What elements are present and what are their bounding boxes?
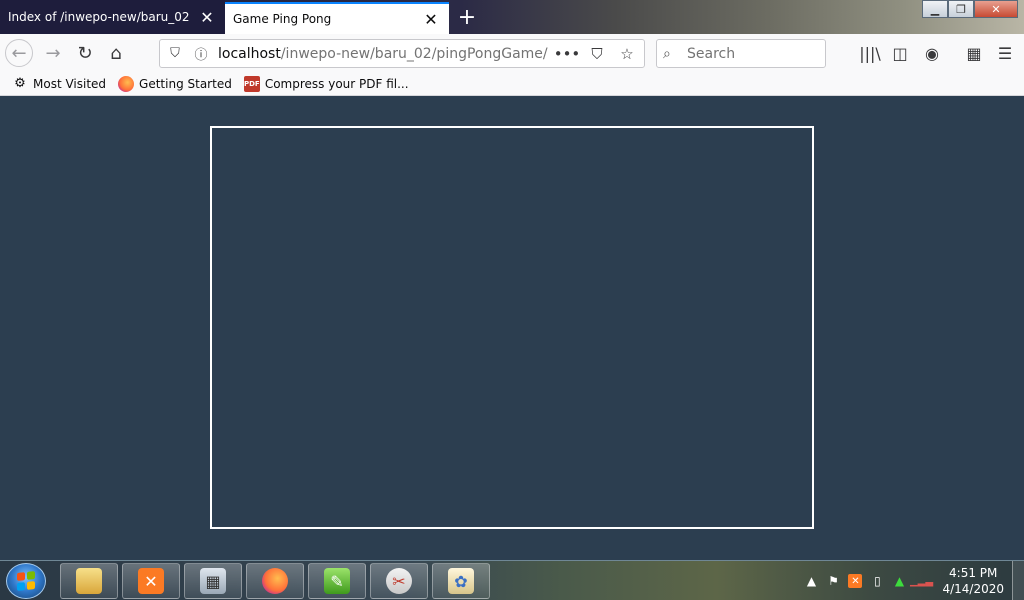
start-button[interactable] (6, 563, 46, 599)
show-desktop-button[interactable] (1012, 561, 1024, 600)
tab-index[interactable]: Index of /inwepo-new/baru_02 ✕ (0, 0, 225, 34)
action-center-flag-icon[interactable]: ⚑ (826, 574, 840, 588)
gear-icon: ⚙ (14, 76, 26, 91)
back-arrow-icon[interactable]: ← (5, 39, 33, 67)
search-input[interactable]: ⌕ Search (656, 39, 826, 68)
tab-close-icon[interactable]: ✕ (419, 7, 443, 31)
tab-label: Game Ping Pong (233, 12, 332, 26)
extensions-icon[interactable]: ▦ (960, 39, 988, 67)
close-window-button[interactable]: ✕ (974, 0, 1018, 18)
bookmark-getting-started[interactable]: Getting Started (118, 75, 232, 92)
signal-bars-icon[interactable]: ▁▂▃ (910, 574, 933, 588)
scissors-icon: ✂ (386, 568, 412, 594)
xampp-tray-icon[interactable]: ✕ (848, 574, 863, 588)
firefox-taskbar-button[interactable] (246, 563, 304, 599)
power-icon[interactable]: ▯ (870, 574, 884, 588)
bookmark-most-visited[interactable]: ⚙ Most Visited (12, 76, 106, 92)
tab-close-icon[interactable]: ✕ (195, 5, 219, 29)
menu-icon[interactable]: ☰ (991, 39, 1019, 67)
system-tray: ▲ ⚑ ✕ ▯ ▲ ▁▂▃ 4:51 PM 4/14/2020 (804, 565, 1004, 597)
calculator-button[interactable]: ▦ (184, 563, 242, 599)
site-info-icon[interactable]: ⓘ (190, 43, 212, 65)
tracking-shield-icon[interactable]: ⛉ (164, 43, 186, 65)
reload-icon[interactable]: ↻ (71, 39, 99, 67)
tab-strip: Index of /inwepo-new/baru_02 ✕ Game Ping… (0, 0, 1024, 34)
firefox-icon (262, 568, 288, 594)
minimize-button[interactable]: ▁ (922, 0, 948, 18)
clock-time: 4:51 PM (949, 566, 998, 580)
taskbar: ✕ ▦ ✎ ✂ ✿ ▲ ⚑ ✕ ▯ ▲ ▁▂▃ 4:51 PM 4/14/202… (0, 560, 1024, 600)
paint-palette-icon: ✿ (448, 568, 474, 594)
search-placeholder: Search (687, 45, 736, 62)
xampp-icon: ✕ (138, 568, 164, 594)
library-icon[interactable]: |||\ (856, 39, 884, 67)
new-tab-plus-icon[interactable]: + (454, 4, 480, 30)
home-icon[interactable]: ⌂ (102, 39, 130, 67)
page-content (0, 96, 1024, 560)
pdf-icon: PDF (243, 75, 260, 92)
account-icon[interactable]: ◉ (918, 39, 946, 67)
notepad-plus-plus-icon: ✎ (324, 568, 350, 594)
xampp-button[interactable]: ✕ (122, 563, 180, 599)
paint-button[interactable]: ✿ (432, 563, 490, 599)
navigation-toolbar: ← → ↻ ⌂ ⛉ ⓘ localhost/inwepo-new/baru_02… (0, 34, 1024, 72)
bookmarks-toolbar: ⚙ Most Visited Getting Started PDF Compr… (0, 72, 1024, 96)
windows-logo-icon (17, 571, 35, 591)
clock[interactable]: 4:51 PM 4/14/2020 (942, 565, 1004, 597)
sidebar-icon[interactable]: ◫ (886, 39, 914, 67)
snipping-tool-button[interactable]: ✂ (370, 563, 428, 599)
clock-date: 4/14/2020 (942, 582, 1004, 596)
notepad-plus-plus-button[interactable]: ✎ (308, 563, 366, 599)
page-actions-icon[interactable]: ••• (554, 43, 581, 65)
search-icon: ⌕ (663, 45, 671, 62)
forward-arrow-icon[interactable]: → (39, 39, 67, 67)
pocket-icon[interactable]: ⛉ (584, 43, 610, 65)
calculator-icon: ▦ (200, 568, 226, 594)
bookmark-star-icon[interactable]: ☆ (614, 43, 640, 65)
url-text[interactable]: localhost/inwepo-new/baru_02/pingPongGam… (218, 46, 548, 62)
bookmark-compress-pdf[interactable]: PDF Compress your PDF fil... (243, 75, 409, 92)
tab-label: Index of /inwepo-new/baru_02 (8, 10, 190, 24)
file-explorer-button[interactable] (60, 563, 118, 599)
maximize-button[interactable]: ❐ (948, 0, 974, 18)
folder-icon (76, 568, 102, 594)
window-controls: ▁ ❐ ✕ (922, 0, 1018, 18)
url-bar[interactable]: ⛉ ⓘ localhost/inwepo-new/baru_02/pingPon… (159, 39, 645, 68)
firefox-icon (118, 75, 135, 92)
ping-pong-game-board[interactable] (210, 126, 814, 529)
network-triangle-icon[interactable]: ▲ (892, 574, 906, 588)
tab-game-ping-pong[interactable]: Game Ping Pong ✕ (225, 2, 449, 34)
show-hidden-icons-arrow-icon[interactable]: ▲ (804, 574, 818, 588)
